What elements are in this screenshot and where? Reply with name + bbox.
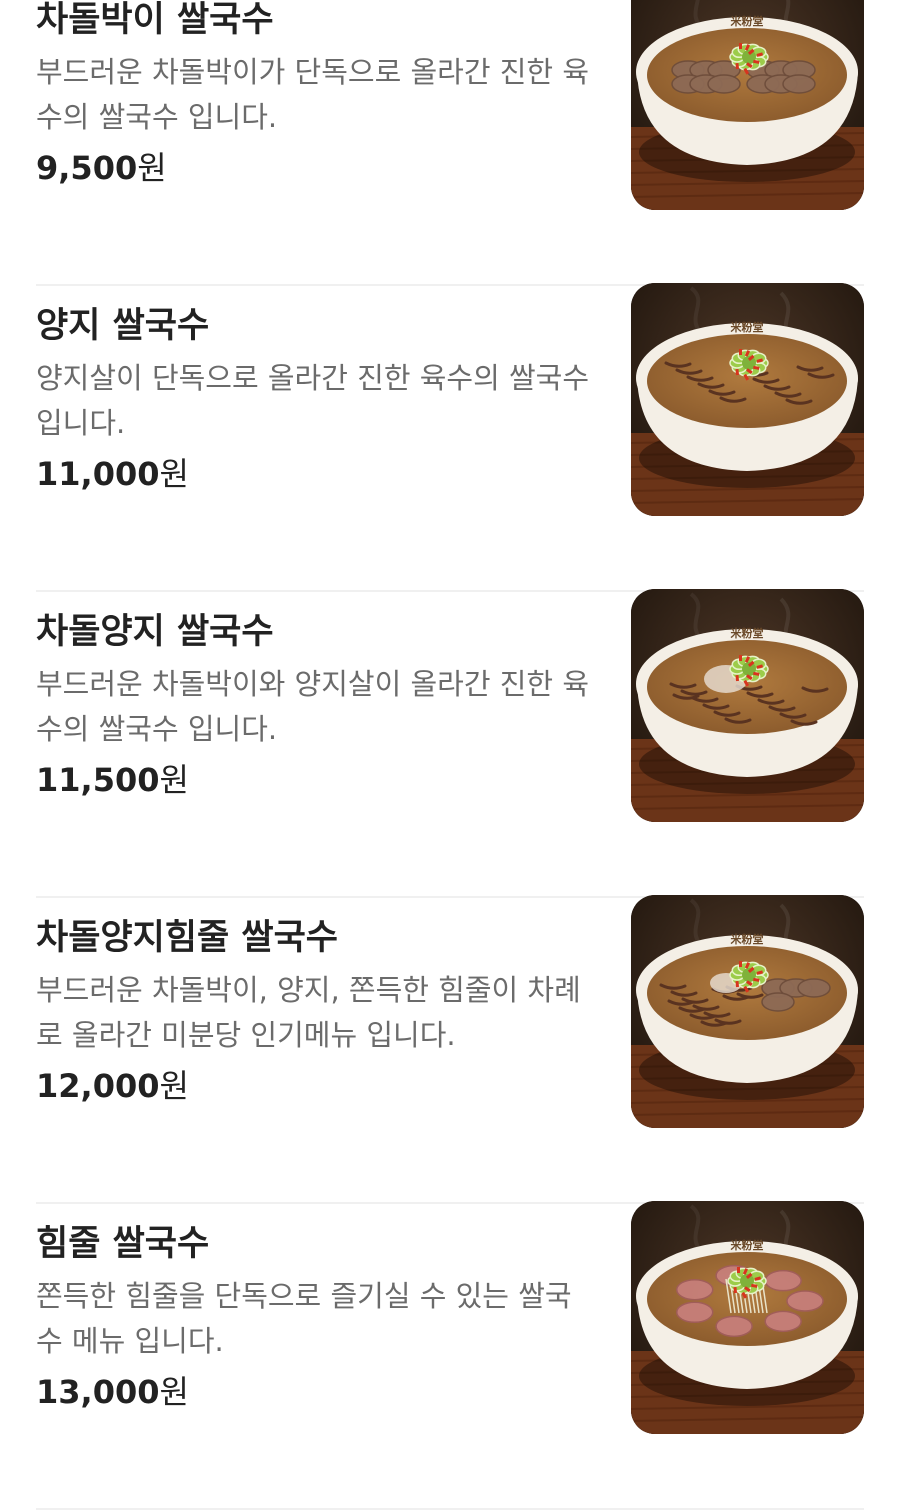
menu-item-description: 양지살이 단독으로 올라간 진한 육수의 쌀국수 입니다. <box>36 361 590 440</box>
menu-item-description: 부드러운 차돌박이가 단독으로 올라간 진한 육수의 쌀국수 입니다. <box>36 55 590 134</box>
menu-item-description: 부드러운 차돌박이, 양지, 쫀득한 힘줄이 차례로 올라간 미분당 인기메뉴 … <box>36 973 581 1052</box>
tendon-pho-photo: 米粉堂 <box>631 1201 864 1434</box>
beef-brisket-pho-photo: 米粉堂 <box>631 0 864 210</box>
price-unit: 원 <box>159 761 189 799</box>
price-value: 12,000 <box>36 1067 160 1105</box>
menu-list: 차돌박이 쌀국수 부드러운 차돌박이가 단독으로 올라간 진한 육수의 쌀국수 … <box>0 0 900 1510</box>
menu-item-price: 11,000원 <box>36 452 189 496</box>
price-unit: 원 <box>159 455 189 493</box>
beef-flank-pho-photo: 米粉堂 <box>631 283 864 516</box>
menu-item[interactable]: 차돌양지힘줄 쌀국수 부드러운 차돌박이, 양지, 쫀득한 힘줄이 차례로 올라… <box>0 895 900 1204</box>
menu-item-price: 9,500원 <box>36 146 167 190</box>
svg-text:米粉堂: 米粉堂 <box>730 320 764 334</box>
svg-text:米粉堂: 米粉堂 <box>730 626 764 640</box>
svg-text:米粉堂: 米粉堂 <box>730 14 764 28</box>
combo-pho-photo: 米粉堂 <box>631 895 864 1128</box>
price-value: 9,500 <box>36 149 138 187</box>
menu-item-description: 쫀득한 힘줄을 단독으로 즐기실 수 있는 쌀국수 메뉴 입니다. <box>36 1279 572 1358</box>
price-unit: 원 <box>159 1067 189 1105</box>
svg-text:米粉堂: 米粉堂 <box>730 1238 764 1252</box>
menu-item-price: 13,000원 <box>36 1370 189 1414</box>
price-value: 11,000 <box>36 455 160 493</box>
price-value: 11,500 <box>36 761 160 799</box>
menu-item[interactable]: 차돌박이 쌀국수 부드러운 차돌박이가 단독으로 올라간 진한 육수의 쌀국수 … <box>0 0 900 286</box>
menu-item[interactable]: 양지 쌀국수 양지살이 단독으로 올라간 진한 육수의 쌀국수 입니다. 11,… <box>0 283 900 592</box>
menu-item[interactable]: 힘줄 쌀국수 쫀득한 힘줄을 단독으로 즐기실 수 있는 쌀국수 메뉴 입니다.… <box>0 1201 900 1510</box>
menu-item-price: 11,500원 <box>36 758 189 802</box>
price-unit: 원 <box>137 149 167 187</box>
menu-item[interactable]: 차돌양지 쌀국수 부드러운 차돌박이와 양지살이 올라간 진한 육수의 쌀국수 … <box>0 589 900 898</box>
svg-text:米粉堂: 米粉堂 <box>730 932 764 946</box>
menu-item-name: 차돌양지 쌀국수 <box>36 612 274 652</box>
menu-item-description: 부드러운 차돌박이와 양지살이 올라간 진한 육수의 쌀국수 입니다. <box>36 667 590 746</box>
price-unit: 원 <box>159 1373 189 1411</box>
menu-item-photo[interactable]: 米粉堂 <box>631 589 864 822</box>
menu-item-photo[interactable]: 米粉堂 <box>631 0 864 210</box>
price-value: 13,000 <box>36 1373 160 1411</box>
menu-item-photo[interactable]: 米粉堂 <box>631 1201 864 1434</box>
brisket-flank-pho-photo: 米粉堂 <box>631 589 864 822</box>
menu-item-photo[interactable]: 米粉堂 <box>631 895 864 1128</box>
menu-item-price: 12,000원 <box>36 1064 189 1108</box>
menu-item-name: 차돌박이 쌀국수 <box>36 0 274 40</box>
menu-item-name: 차돌양지힘줄 쌀국수 <box>36 918 338 958</box>
menu-item-name: 힘줄 쌀국수 <box>36 1224 210 1264</box>
menu-item-name: 양지 쌀국수 <box>36 306 210 346</box>
menu-item-photo[interactable]: 米粉堂 <box>631 283 864 516</box>
